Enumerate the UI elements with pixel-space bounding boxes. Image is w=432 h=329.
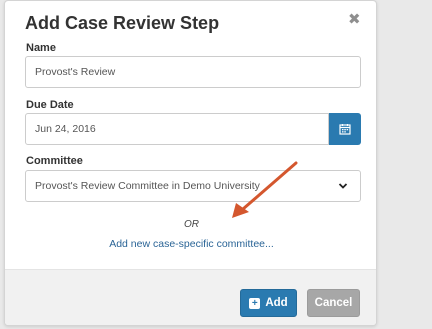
annotation-arrow <box>232 161 298 218</box>
